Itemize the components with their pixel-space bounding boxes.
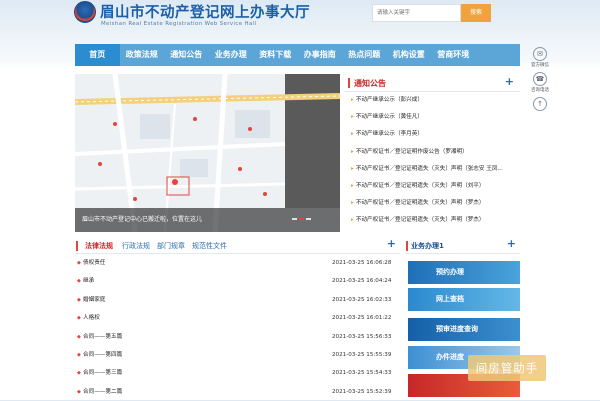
law-row[interactable]: ◆ 债权责任 2021-03-25 16:06:28	[75, 254, 400, 272]
law-date: 2021-03-25 15:56:33	[332, 333, 392, 340]
notice-item[interactable]: ▸ 不动产权证书／登记证明遗失（灭失）声明（罗杰）	[345, 195, 520, 212]
progress-label: 办件进度	[436, 353, 464, 361]
more-business-button[interactable]: +	[507, 237, 516, 250]
emblem-logo	[74, 1, 96, 23]
tab-admin-regulations[interactable]: 行政法规	[122, 241, 150, 251]
notice-item[interactable]: ▸ 不动产继承公示（李月英）	[345, 126, 520, 143]
phone-icon: ☎	[533, 72, 547, 86]
nav-guide[interactable]: 办事指南	[298, 44, 343, 66]
law-row[interactable]: ◆ 合同——第二篇 2021-03-25 15:52:39	[75, 383, 400, 401]
notice-item[interactable]: ▸ 不动产权证书／登记证明遗失（灭失）声明（刘平）	[345, 178, 520, 195]
precheck-query-label: 预审进度查询	[436, 325, 478, 333]
law-date: 2021-03-25 15:54:33	[332, 370, 392, 377]
phone-label: 咨询电话	[531, 88, 549, 93]
site-subtitle: Meishan Real Estate Registration Web Ser…	[101, 21, 257, 27]
notice-item-text: 不动产继承公示（彭兴成）	[355, 97, 423, 103]
notice-item-text: 不动产权证书／登记证明作废公告（罗湘明）	[355, 148, 468, 155]
notice-item[interactable]: ▸ 不动产继承公示（黄佳凡）	[345, 109, 520, 126]
nav-notice[interactable]: 通知公告	[164, 44, 209, 66]
tab-laws[interactable]: 法律法规	[85, 241, 113, 251]
wechat-icon: ✉	[533, 47, 547, 61]
watermark: 间房管助手	[468, 355, 546, 381]
location-map[interactable]: 眉山市不动产登记中心已搬迁啦，位置在这儿	[75, 74, 340, 232]
page: 眉山市不动产登记网上办事大厅 Meishan Real Estate Regis…	[0, 0, 600, 400]
notice-item-text: 不动产继承公示（李月英）	[355, 131, 423, 138]
notice-panel: 通知公告 + ▸ 不动产继承公示（彭兴成） ▸ 不动产继承公示（黄佳凡） ▸ 不动产继…	[345, 74, 520, 232]
header-accent-bar	[76, 241, 78, 251]
arrow-up-icon: ↑	[533, 97, 547, 111]
main-nav: 首页 政策法规 通知公告 业务办理 资料下载 办事指南 热点问题 机构设置 营商…	[75, 44, 520, 66]
back-to-top-button[interactable]: ↑	[527, 97, 553, 112]
law-date: 2021-03-25 16:06:28	[332, 260, 392, 266]
notice-item-text: 不动产权证书／登记证明遗失（灭失）声明（张志安 王凤...	[355, 165, 503, 172]
notice-item-text: 不动产权证书／登记证明遗失（灭失）声明（罗杰）	[355, 217, 485, 224]
nav-hot[interactable]: 热点问题	[342, 44, 387, 66]
carousel-dot-active[interactable]	[299, 218, 304, 220]
more-notice-button[interactable]: +	[505, 75, 514, 88]
notice-item[interactable]: ▸ 不动产权证书／登记证明作废公告（罗湘明）	[345, 144, 520, 161]
tab-department-rules[interactable]: 部门规章	[157, 241, 185, 251]
notice-item-text: 不动产权证书／登记证明遗失（灭失）声明（刘平）	[355, 182, 485, 189]
notice-item-text: 不动产权证书／登记证明遗失（灭失）声明（罗杰）	[355, 200, 485, 207]
law-date: 2021-03-25 15:52:39	[332, 388, 392, 395]
nav-policy[interactable]: 政策法规	[120, 44, 165, 66]
notice-item-text: 不动产继承公示（黄佳凡）	[355, 114, 423, 121]
appointment-label: 预约办理	[436, 268, 464, 276]
business-header: 业务办理1 +	[405, 237, 520, 254]
precheck-query-banner[interactable]: 预审进度查询	[408, 318, 520, 341]
carousel-dot[interactable]	[292, 218, 297, 220]
law-row[interactable]: ◆ 合同——第三篇 2021-03-25 15:54:33	[75, 364, 400, 382]
law-date: 2021-03-25 16:02:33	[332, 296, 392, 303]
law-title: 继承	[83, 278, 95, 285]
header-accent-bar	[348, 78, 350, 88]
laws-header: 法律法规 行政法规 部门规章 规范性文件 +	[75, 237, 400, 254]
nav-org[interactable]: 机构设置	[387, 44, 432, 66]
phone-button[interactable]: ☎ 咨询电话	[527, 72, 553, 93]
tab-normative-docs[interactable]: 规范性文件	[192, 241, 227, 251]
archive-query-banner[interactable]: 网上查档	[408, 288, 520, 311]
business-title: 业务办理1	[411, 242, 444, 250]
notice-title: 通知公告	[354, 79, 386, 88]
more-laws-button[interactable]: +	[387, 237, 396, 250]
nav-home[interactable]: 首页	[75, 44, 120, 66]
law-title: 合同——第二篇	[83, 388, 123, 395]
wechat-button[interactable]: ✉ 官方微信	[527, 47, 553, 68]
law-title: 合同——第三篇	[83, 370, 123, 377]
nav-download[interactable]: 资料下载	[253, 44, 298, 66]
carousel-dots	[292, 218, 311, 220]
search-button[interactable]: 搜索	[461, 4, 491, 22]
law-row[interactable]: ◆ 婚姻家庭 2021-03-25 16:02:33	[75, 291, 400, 309]
header-accent-bar	[406, 241, 408, 251]
law-title: 婚姻家庭	[83, 296, 106, 303]
nav-environment[interactable]: 营商环境	[431, 44, 476, 66]
notice-item[interactable]: ▸ 不动产继承公示（彭兴成）	[345, 92, 520, 109]
notice-header: 通知公告 +	[345, 74, 520, 92]
law-row[interactable]: ◆ 合同——第四篇 2021-03-25 15:55:39	[75, 346, 400, 364]
law-date: 2021-03-25 15:55:39	[332, 351, 392, 358]
law-row[interactable]: ◆ 合同——第五篇 2021-03-25 15:56:33	[75, 328, 400, 346]
law-row[interactable]: ◆ 人格权 2021-03-25 16:01:22	[75, 309, 400, 327]
wechat-label: 官方微信	[531, 63, 549, 68]
search-input[interactable]	[372, 4, 461, 22]
carousel-dot[interactable]	[306, 218, 311, 220]
notice-item[interactable]: ▸ 不动产权证书／登记证明遗失（灭失）声明（张志安 王凤...	[345, 161, 520, 178]
nav-business[interactable]: 业务办理	[209, 44, 254, 66]
laws-panel: 法律法规 行政法规 部门规章 规范性文件 + ◆ 债权责任 2021-03-25 1…	[75, 237, 400, 401]
appointment-banner[interactable]: 预约办理	[408, 261, 520, 284]
notice-item[interactable]: ▸ 不动产权证书／登记证明遗失（灭失）声明（罗杰）	[345, 212, 520, 229]
law-title: 合同——第五篇	[83, 333, 123, 340]
law-title: 债权责任	[83, 260, 106, 266]
law-title: 合同——第四篇	[83, 351, 123, 358]
map-caption: 眉山市不动产登记中心已搬迁啦，位置在这儿	[75, 208, 340, 232]
law-date: 2021-03-25 16:01:22	[332, 315, 392, 322]
law-date: 2021-03-25 16:04:24	[332, 278, 392, 285]
law-title: 人格权	[83, 315, 100, 322]
archive-query-label: 网上查档	[436, 295, 464, 303]
law-row[interactable]: ◆ 继承 2021-03-25 16:04:24	[75, 272, 400, 290]
site-title: 眉山市不动产登记网上办事大厅	[100, 5, 310, 21]
